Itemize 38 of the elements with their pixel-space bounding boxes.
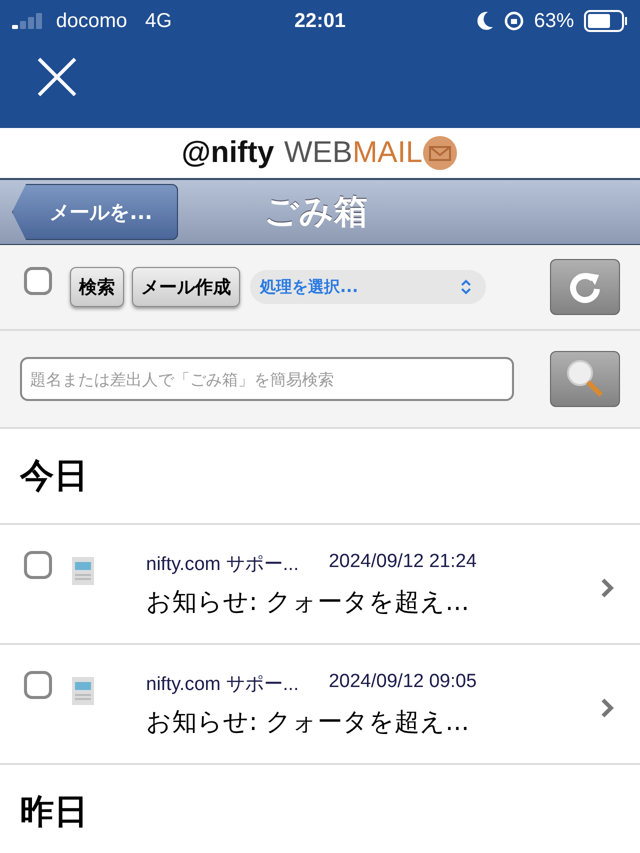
toolbar-button[interactable]: 検索 [70,267,124,307]
mail-subject: お知らせ: クォータを超え... [146,706,470,738]
network-type: 4G [145,10,172,32]
document-icon [72,557,94,585]
logo-web: WEB [284,136,352,170]
mail-row[interactable]: nifty.com サポー... 2024/09/12 21:24 お知らせ: クォータを超え... [0,525,640,645]
mail-date: 2024/09/12 09:05 [328,671,477,694]
mail-sender: nifty.com サポー... [146,673,299,697]
close-button[interactable] [36,56,78,98]
carrier-name: docomo [56,10,128,32]
date-heading-text: 昨日 [20,791,88,834]
mail-checkbox[interactable] [24,671,52,699]
mail-checkbox[interactable] [24,551,52,579]
clock-time: 22:01 [294,10,346,32]
mail-date: 2024/09/12 21:24 [328,551,477,574]
back-button[interactable]: メールを... [12,184,178,240]
search-button[interactable] [550,351,620,407]
battery-percent: 63% [534,10,574,32]
date-heading-text: 今日 [20,455,88,498]
page-title: ごみ箱 [264,191,368,234]
envelope-icon [422,135,458,171]
close-icon [36,56,78,98]
moon-icon [476,11,494,31]
logo-mail: MAIL [352,136,422,170]
document-icon [72,677,94,705]
mail-subject: お知らせ: クォータを超え... [146,586,470,618]
battery-icon [584,10,628,32]
mail-row[interactable]: nifty.com サポー... 2024/09/12 09:05 お知らせ: クォータを超え... [0,645,640,765]
chevron-right-icon [600,697,614,719]
chevron-icon [460,279,472,295]
chevron-right-icon [600,577,614,599]
refresh-button[interactable] [550,259,620,315]
logo-brand: @nifty [182,136,274,170]
select-all-checkbox[interactable] [24,267,52,295]
mail-sender: nifty.com サポー... [146,553,299,577]
rotation-lock-icon [504,11,524,31]
toolbar-button[interactable]: メール作成 [132,267,240,307]
search-field[interactable]: 題名または差出人で「ごみ箱」を簡易検索 [20,357,514,401]
